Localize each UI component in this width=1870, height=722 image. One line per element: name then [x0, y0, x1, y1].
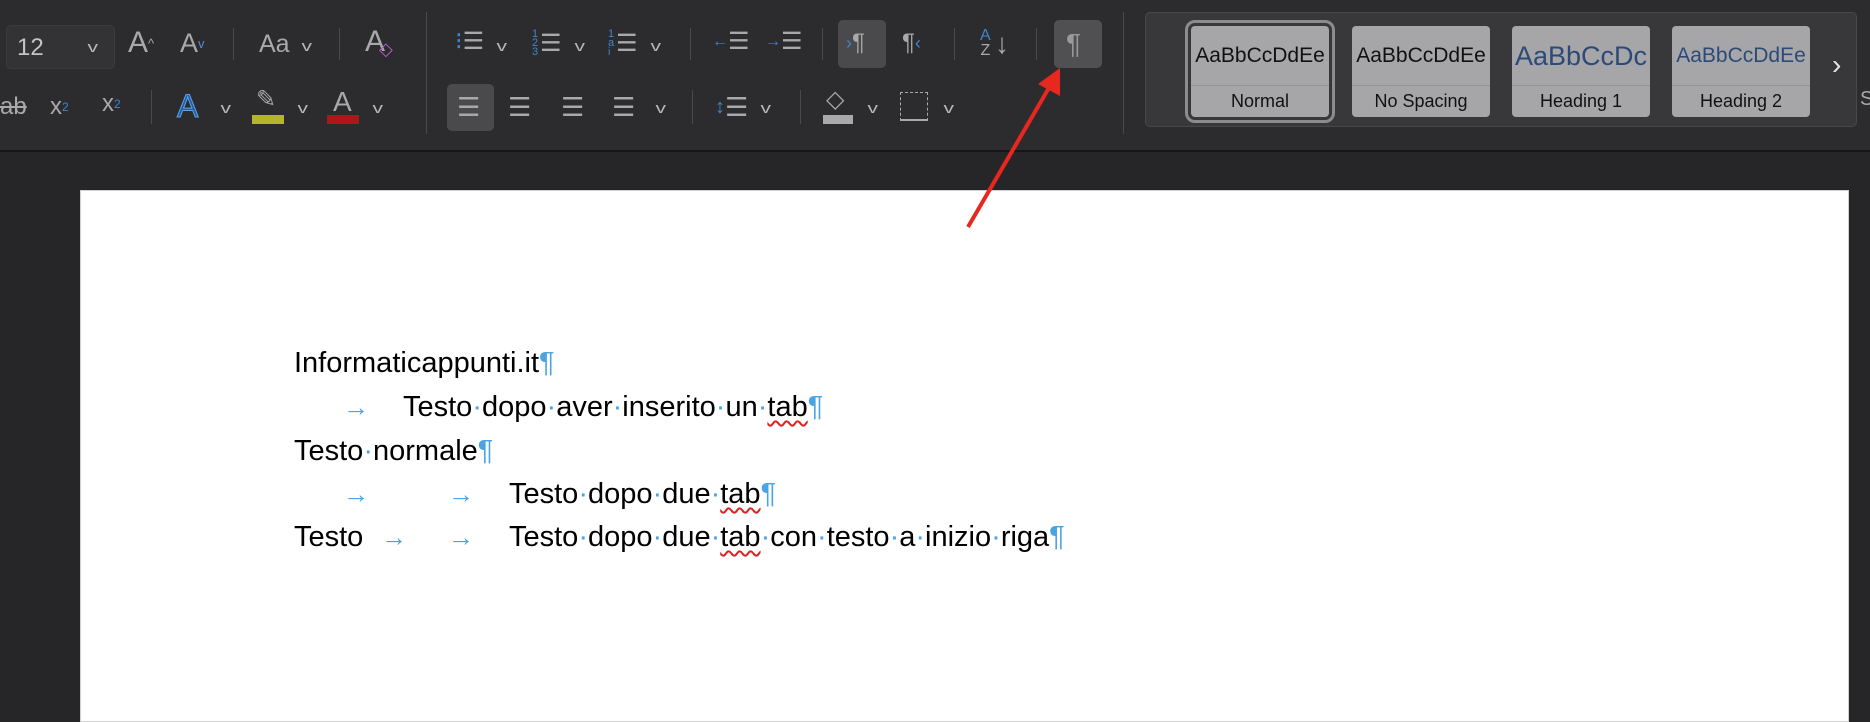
arrow-shaft	[966, 84, 1052, 229]
arrow-head	[1038, 68, 1060, 96]
annotation-arrow	[966, 68, 1060, 229]
